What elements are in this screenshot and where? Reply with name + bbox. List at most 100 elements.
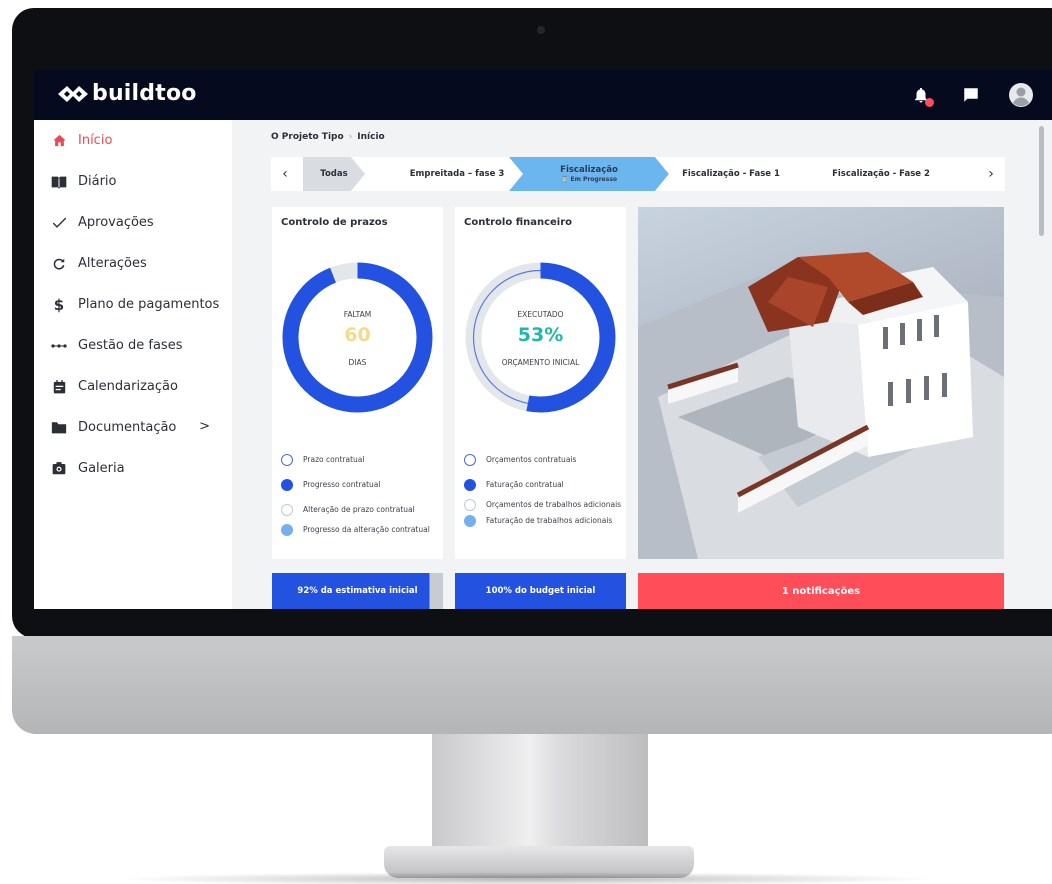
financeiro-bottom-label: ORÇAMENTO INICIAL	[501, 358, 580, 367]
breadcrumb-separator: ›	[348, 132, 353, 142]
legend-label: Orçamentos contratuais	[486, 455, 577, 464]
sidebar-item-label: Calendarização	[78, 379, 178, 394]
legend-item: Alteração de prazo contratual	[281, 504, 446, 516]
legend-swatch	[281, 524, 293, 536]
financeiro-banner[interactable]: 100% do budget inicial	[455, 573, 626, 609]
sidebar-item-documentacao[interactable]: Documentação >	[34, 407, 232, 448]
breadcrumb-project[interactable]: O Projeto Tipo	[271, 132, 344, 142]
app-screen: buildtoo Início Diário Aprovações Altera…	[34, 70, 1052, 609]
legend-swatch	[464, 515, 476, 527]
main-content: O Projeto Tipo › Início ‹ Todas Empreitada…	[232, 120, 1044, 609]
monitor-mockup: buildtoo Início Diário Aprovações Altera…	[0, 0, 1052, 884]
legend-item: Progresso contratual	[281, 479, 446, 491]
sidebar-item-label: Aprovações	[78, 215, 154, 230]
avatar-icon	[1009, 83, 1033, 107]
sidebar-item-diario[interactable]: Diário	[34, 161, 232, 202]
user-avatar-button[interactable]	[1008, 82, 1034, 108]
phase-tab-fiscalizacao[interactable]: Fiscalização ⌛ Em Progresso	[509, 157, 669, 191]
phase-tab-fiscalizacao-fase-1[interactable]: Fiscalização - Fase 1	[655, 157, 807, 191]
sidebar-item-label: Diário	[78, 174, 117, 189]
sidebar-item-calendarizacao[interactable]: Calendarização	[34, 366, 232, 407]
sidebar-item-label: Galeria	[78, 461, 125, 476]
messages-button[interactable]	[958, 82, 984, 108]
legend-swatch	[281, 479, 293, 491]
breadcrumb-page: Início	[357, 132, 385, 142]
prazos-top-label: FALTAM	[343, 310, 372, 319]
phase-tab-label: Todas	[320, 169, 348, 179]
sidebar-item-alteracoes[interactable]: Alterações	[34, 243, 232, 284]
legend-label: Progresso da alteração contratual	[303, 525, 430, 534]
home-icon	[50, 132, 68, 150]
legend-label: Faturação contratual	[486, 480, 564, 489]
sidebar-item-label: Início	[78, 133, 113, 148]
building-3d-model-image[interactable]	[638, 207, 1004, 559]
phase-bar: ‹ Todas Empreitada – fase 3 Fiscalização…	[271, 157, 1005, 191]
legend-item: Orçamentos contratuais	[464, 454, 629, 466]
book-icon	[50, 173, 68, 191]
legend-swatch	[464, 454, 476, 466]
phase-tab-todas[interactable]: Todas	[303, 157, 365, 191]
chevron-right-icon: >	[199, 419, 210, 434]
legend-swatch	[281, 454, 293, 466]
main-scrollbar[interactable]	[1039, 126, 1044, 236]
legend-swatch	[464, 499, 476, 511]
prazos-value: 60	[344, 324, 371, 346]
brand-name: buildtoo	[92, 81, 197, 106]
sidebar-item-aprovacoes[interactable]: Aprovações	[34, 202, 232, 243]
financeiro-legend: Orçamentos contratuais Faturação contrat…	[464, 454, 629, 527]
sidebar-item-label: Documentação	[78, 420, 177, 435]
financeiro-value: 53%	[517, 324, 564, 346]
prazos-card: Controlo de prazos FALTAM 60 DIAS Prazo …	[272, 207, 443, 559]
prazos-banner[interactable]: 92% da estimativa inicial	[272, 573, 443, 609]
legend-label: Orçamentos de trabalhos adicionais	[486, 500, 622, 509]
phase-tab-fiscalizacao-fase-2[interactable]: Fiscalização - Fase 2	[797, 157, 965, 191]
calendar-icon	[50, 378, 68, 396]
building-illustration	[638, 252, 1004, 559]
legend-item: Progresso da alteração contratual	[281, 524, 446, 536]
phase-tab-label: Fiscalização - Fase 1	[682, 169, 780, 179]
prazos-legend: Prazo contratual Progresso contratual Al…	[281, 454, 446, 536]
phase-prev-button[interactable]: ‹	[271, 157, 299, 191]
legend-label: Progresso contratual	[303, 480, 381, 489]
chat-icon	[964, 88, 978, 102]
sidebar-item-label: Gestão de fases	[78, 338, 183, 353]
monitor-stand-neck	[432, 734, 648, 852]
legend-item: Faturação de trabalhos adicionais	[464, 515, 629, 527]
legend-item: Prazo contratual	[281, 454, 446, 466]
sidebar-item-inicio[interactable]: Início	[34, 120, 232, 161]
phase-tab-label: Fiscalização - Fase 2	[832, 169, 930, 179]
sidebar-item-label: Alterações	[78, 256, 147, 271]
legend-swatch	[464, 479, 476, 491]
camera-icon	[50, 460, 68, 478]
notifications-button[interactable]	[908, 82, 934, 108]
monitor-shadow	[110, 872, 940, 884]
check-icon	[50, 214, 68, 232]
legend-label: Alteração de prazo contratual	[303, 505, 415, 514]
sidebar-item-plano-pagamentos[interactable]: $ Plano de pagamentos	[34, 284, 232, 325]
legend-swatch	[281, 504, 293, 516]
refresh-icon	[50, 255, 68, 273]
sidebar-item-label: Plano de pagamentos	[78, 297, 220, 312]
folder-icon	[50, 419, 68, 437]
brand-logo[interactable]: buildtoo	[56, 81, 197, 106]
legend-label: Faturação de trabalhos adicionais	[486, 516, 613, 525]
phase-status: ⌛ Em Progresso	[560, 176, 618, 183]
phase-tab-label: Empreitada – fase 3	[409, 169, 505, 179]
chevron-left-icon: ‹	[282, 166, 288, 182]
legend-item: Faturação contratual	[464, 479, 629, 491]
phase-tab-label: Fiscalização	[560, 165, 618, 175]
financeiro-title: Controlo financeiro	[464, 217, 573, 228]
monitor-chin	[12, 636, 1052, 734]
notifications-banner[interactable]: 1 notificações	[638, 573, 1004, 609]
sidebar-item-gestao-fases[interactable]: Gestão de fases	[34, 325, 232, 366]
breadcrumb: O Projeto Tipo › Início	[271, 132, 385, 142]
timeline-icon	[50, 337, 68, 355]
prazos-bottom-label: DIAS	[348, 358, 367, 367]
sidebar: Início Diário Aprovações Alterações $ Pl…	[34, 120, 232, 609]
top-bar: buildtoo	[34, 70, 1052, 120]
camera-dot	[537, 26, 545, 34]
sidebar-item-galeria[interactable]: Galeria	[34, 448, 232, 489]
phase-next-button[interactable]: ›	[977, 157, 1005, 191]
logo-icon	[58, 85, 88, 102]
chevron-right-icon: ›	[988, 166, 994, 182]
